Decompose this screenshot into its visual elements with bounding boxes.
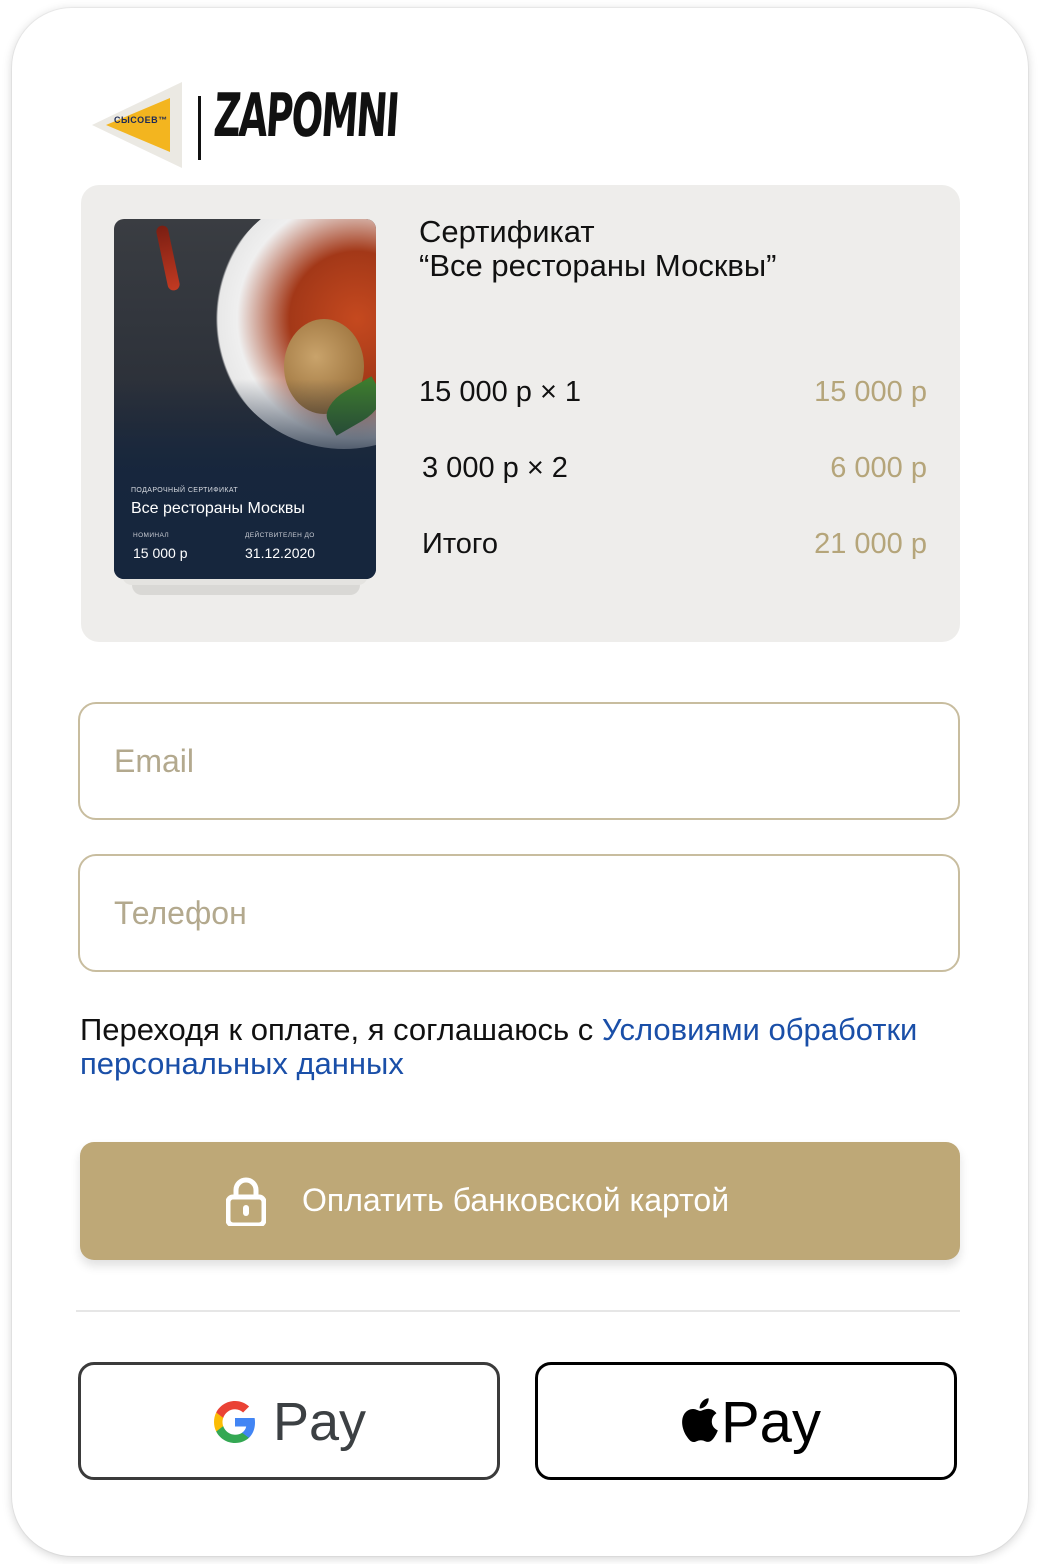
- line-item-sum: 6 000 р: [830, 452, 927, 484]
- line-item-qty: 15 000 р × 1: [419, 376, 582, 408]
- brand-logo: СЫСОЕВ™ ZAPOMNI: [92, 81, 412, 168]
- total-sum: 21 000 р: [814, 528, 927, 560]
- google-pay-label: Pay: [273, 1392, 367, 1452]
- order-line-item: 3 000 р × 2 6 000 р: [422, 452, 927, 492]
- payment-card: СЫСОЕВ™ ZAPOMNI ПОДАРОЧНЫЙ СЕРТИФИКАТ Вс…: [12, 8, 1028, 1556]
- apple-pay-label: Pay: [721, 1390, 821, 1455]
- order-total: Итого 21 000 р: [422, 528, 927, 568]
- order-title: Сертификат “Все рестораны Москвы”: [419, 215, 776, 283]
- valid-until-value: 31.12.2020: [245, 545, 316, 561]
- zapomni-brand-text: ZAPOMNI: [211, 81, 400, 151]
- google-g-icon: [214, 1401, 255, 1443]
- order-title-line2: “Все рестораны Москвы”: [419, 248, 777, 283]
- nominal-label: НОМИНАЛ: [133, 532, 170, 539]
- valid-until-label: ДЕЙСТВИТЕЛЕН ДО: [245, 532, 315, 539]
- pay-by-card-button[interactable]: Оплатить банковской картой: [80, 1142, 960, 1260]
- sysoev-brand-text: СЫСОЕВ™: [114, 115, 168, 125]
- apple-pay-button[interactable]: Pay: [535, 1362, 957, 1480]
- certificate-name: Все рестораны Москвы: [131, 500, 305, 517]
- chili-decoration: [155, 224, 181, 292]
- line-item-sum: 15 000 р: [814, 376, 927, 408]
- consent-text: Переходя к оплате, я соглашаюсь с Услови…: [80, 1013, 940, 1081]
- apple-icon: [682, 1398, 718, 1443]
- total-label: Итого: [422, 528, 498, 560]
- sysoev-logo-icon: [92, 82, 182, 168]
- order-summary: ПОДАРОЧНЫЙ СЕРТИФИКАТ Все рестораны Моск…: [81, 185, 960, 642]
- divider: [76, 1310, 960, 1312]
- order-title-line1: Сертификат: [419, 214, 595, 249]
- consent-prefix: Переходя к оплате, я соглашаюсь с: [80, 1012, 602, 1047]
- nominal-value: 15 000 р: [133, 545, 188, 561]
- pay-by-card-label: Оплатить банковской картой: [302, 1182, 730, 1218]
- line-item-qty: 3 000 р × 2: [422, 452, 568, 484]
- order-line-item: 15 000 р × 1 15 000 р: [419, 376, 927, 416]
- certificate-kicker: ПОДАРОЧНЫЙ СЕРТИФИКАТ: [131, 487, 239, 494]
- email-field[interactable]: [78, 702, 960, 820]
- certificate-stack: ПОДАРОЧНЫЙ СЕРТИФИКАТ Все рестораны Моск…: [114, 219, 376, 599]
- phone-field[interactable]: [78, 854, 960, 972]
- lock-icon: [226, 1177, 266, 1226]
- logo-divider: [198, 96, 201, 160]
- google-pay-button[interactable]: Pay: [78, 1362, 500, 1480]
- certificate-image: ПОДАРОЧНЫЙ СЕРТИФИКАТ Все рестораны Моск…: [114, 219, 376, 579]
